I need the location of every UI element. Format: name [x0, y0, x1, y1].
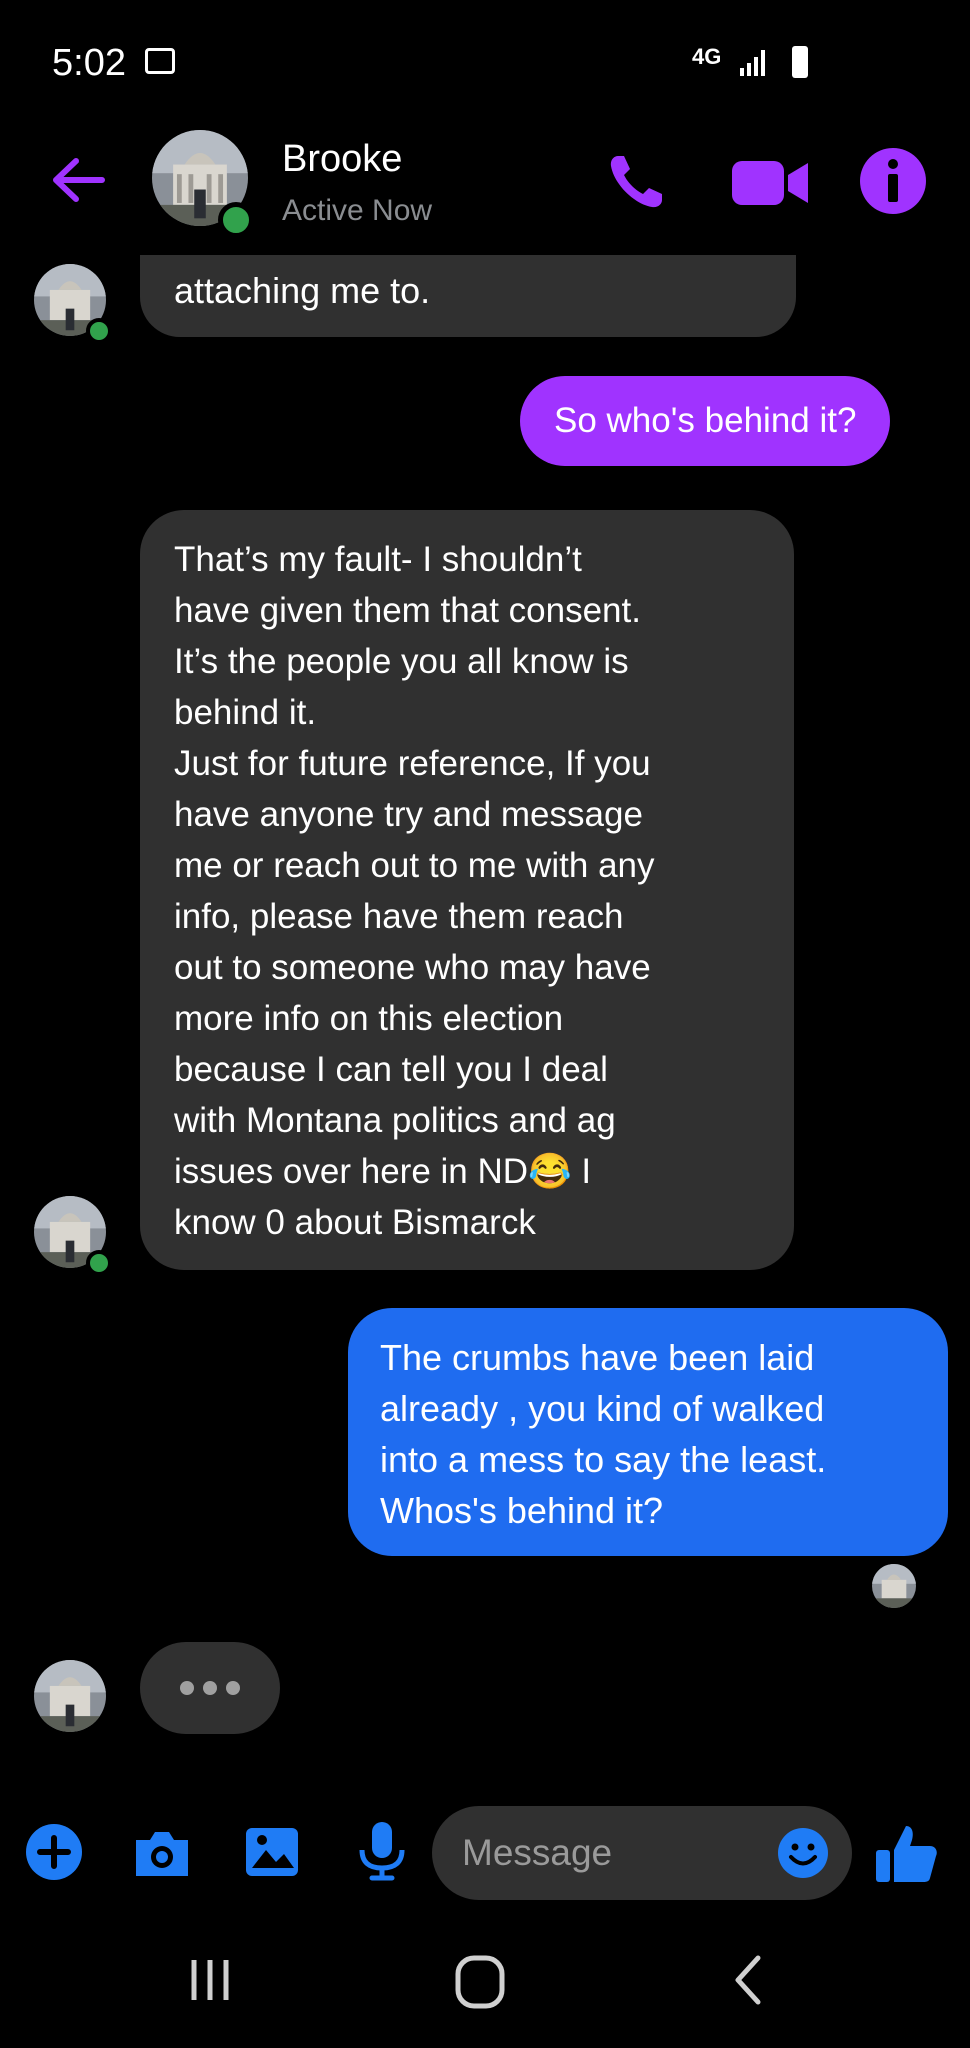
- online-status-indicator: [218, 202, 254, 238]
- typing-indicator: [140, 1642, 280, 1734]
- message-text: attaching me to.: [174, 270, 431, 311]
- emoji-icon[interactable]: [776, 1826, 830, 1880]
- message-text: So who's behind it?: [554, 401, 857, 440]
- info-icon[interactable]: [858, 146, 928, 216]
- camera-icon[interactable]: [130, 1822, 194, 1886]
- contact-active-status: Active Now: [282, 194, 433, 227]
- phone-icon[interactable]: [604, 150, 668, 214]
- thumbs-up-icon[interactable]: [872, 1820, 940, 1888]
- signal-icon: [740, 50, 765, 76]
- status-time: 5:02: [52, 42, 126, 84]
- plus-icon[interactable]: [22, 1820, 86, 1884]
- message-text: The crumbs have been laid already , you …: [380, 1337, 827, 1531]
- home-icon[interactable]: [450, 1952, 510, 2012]
- contact-name[interactable]: Brooke: [282, 138, 402, 181]
- back-arrow-icon[interactable]: [48, 155, 108, 205]
- incoming-message-bubble[interactable]: That’s my fault- I shouldn’t have given …: [140, 510, 794, 1270]
- recent-apps-icon[interactable]: [180, 1950, 240, 2010]
- message-placeholder: Message: [462, 1832, 613, 1873]
- battery-icon: [792, 46, 808, 78]
- laughing-emoji: 😂: [528, 1152, 572, 1191]
- outgoing-message-bubble[interactable]: So who's behind it?: [520, 376, 891, 466]
- network-type-label: 4G: [692, 44, 722, 69]
- contact-avatar-small: [34, 1660, 106, 1732]
- message-text: That’s my fault- I shouldn’t have given …: [174, 540, 655, 1191]
- online-status-indicator: [86, 318, 112, 344]
- back-nav-icon[interactable]: [720, 1950, 780, 2010]
- gallery-icon[interactable]: [240, 1820, 304, 1884]
- microphone-icon[interactable]: [350, 1818, 414, 1882]
- read-receipt-avatar: [872, 1564, 916, 1608]
- outgoing-message-bubble[interactable]: The crumbs have been laid already , you …: [348, 1308, 948, 1556]
- video-camera-icon[interactable]: [730, 155, 810, 211]
- gallery-notification-icon: [145, 48, 175, 74]
- online-status-indicator: [86, 1250, 112, 1276]
